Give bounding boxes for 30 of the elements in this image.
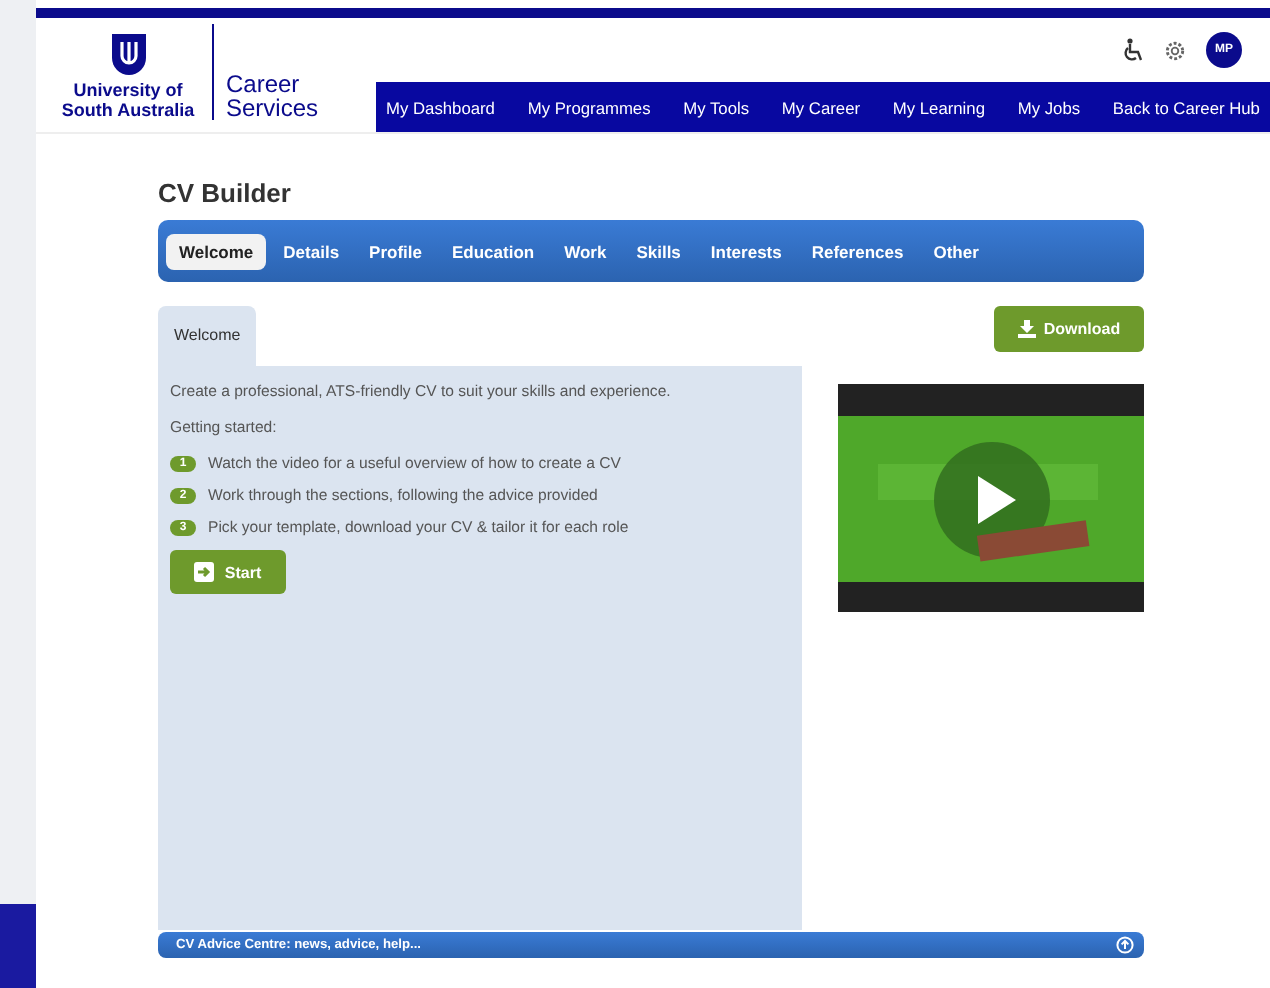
nav-link[interactable]: My Learning <box>886 97 991 117</box>
service-name: Career <box>226 72 302 96</box>
tab[interactable]: Education <box>439 233 548 269</box>
tab[interactable]: Welcome <box>166 233 267 269</box>
tab[interactable]: References <box>798 233 917 269</box>
download-icon <box>1017 320 1036 338</box>
tab[interactable]: Other <box>920 233 992 269</box>
arrow-icon <box>194 562 215 582</box>
service-name: Services <box>226 96 319 120</box>
tab[interactable]: Details <box>270 233 353 269</box>
settings-icon[interactable] <box>1164 39 1186 61</box>
download-button[interactable]: Download <box>994 306 1144 352</box>
panel-tab[interactable]: Welcome <box>158 306 257 366</box>
shield-logo-icon <box>111 34 145 77</box>
nav-link[interactable]: Back to Career Hub <box>1106 97 1266 117</box>
page-title: CV Builder <box>158 178 293 208</box>
nav-link[interactable]: My Tools <box>677 97 756 117</box>
tab[interactable]: Profile <box>356 233 435 269</box>
nav-link[interactable]: My Career <box>775 97 867 117</box>
nav-link[interactable]: My Dashboard <box>380 97 501 117</box>
nav-link[interactable]: My Programmes <box>521 97 657 117</box>
tab[interactable]: Interests <box>697 233 795 269</box>
tab[interactable]: Work <box>551 233 620 269</box>
university-name: University of South Australia <box>59 82 197 120</box>
nav-link[interactable]: My Jobs <box>1011 97 1087 117</box>
expand-icon[interactable] <box>1116 936 1134 954</box>
tab[interactable]: Skills <box>623 233 694 269</box>
accessibility-icon[interactable] <box>1122 38 1144 62</box>
start-button[interactable]: Start <box>170 550 286 594</box>
side-panel <box>0 904 36 988</box>
